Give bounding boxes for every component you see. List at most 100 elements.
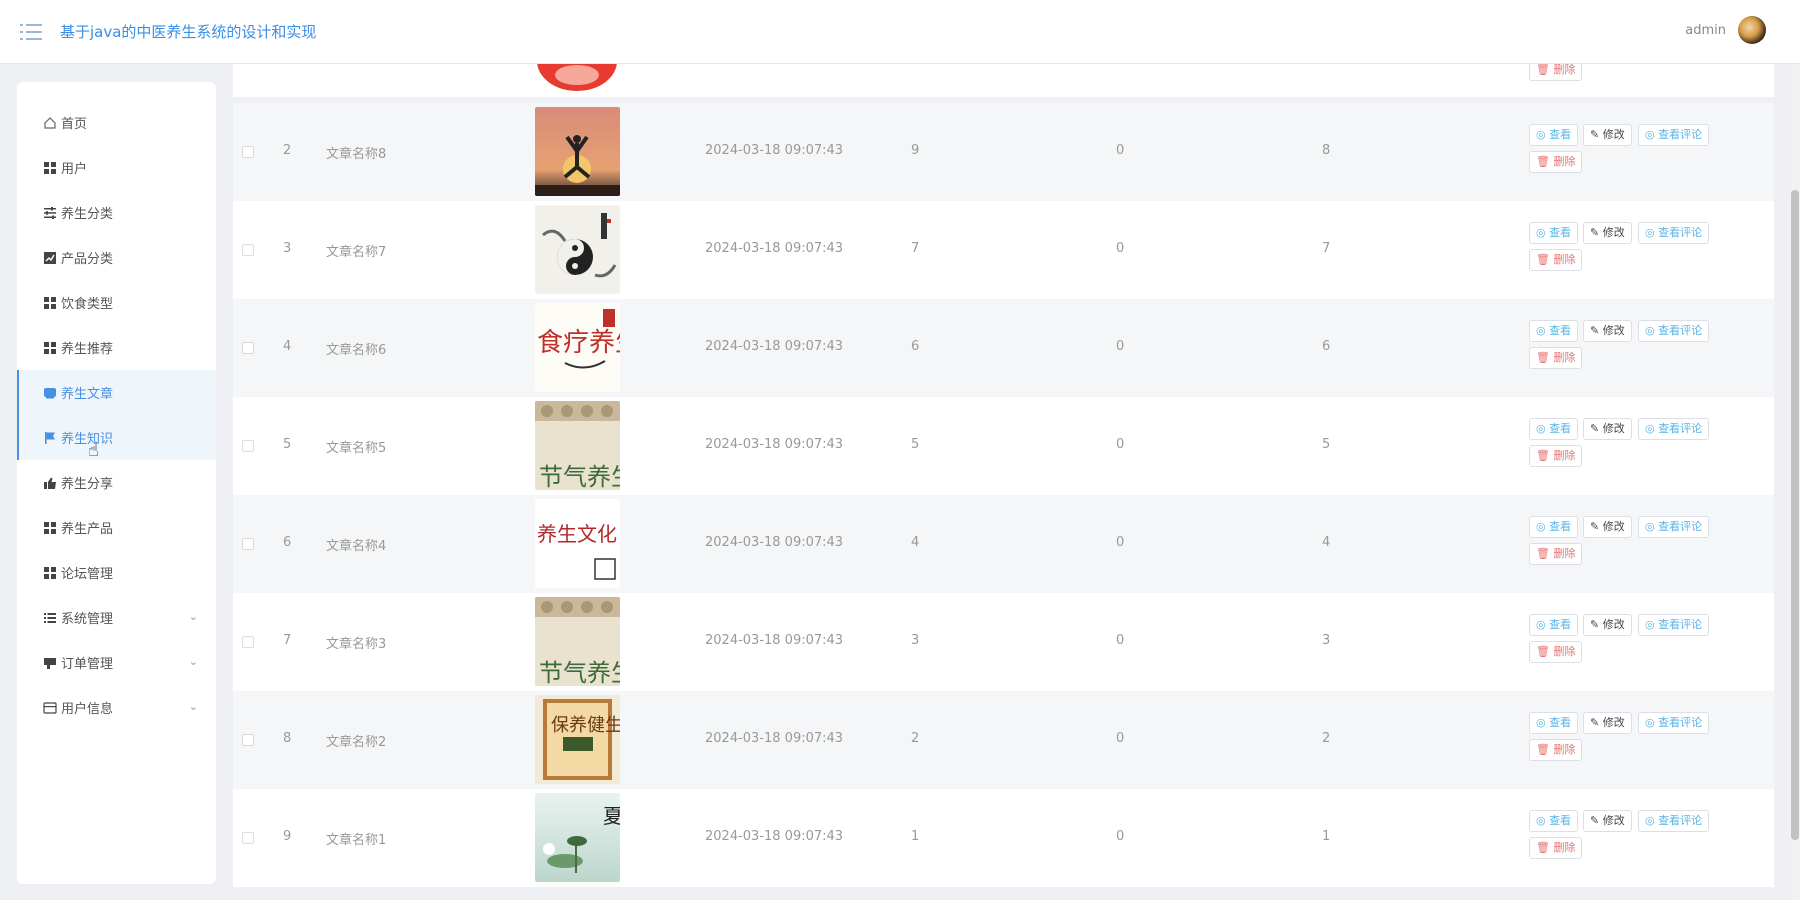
comment-label: 查看评论 — [1658, 814, 1703, 827]
edit-button[interactable]: ✎ 修改 — [1583, 222, 1632, 244]
card-icon — [43, 701, 57, 715]
row-checkbox[interactable] — [242, 146, 254, 158]
user-menu[interactable]: admin — [1685, 16, 1766, 44]
sidebar-item-diet-type[interactable]: 饮食类型 — [17, 280, 216, 325]
view-comments-button[interactable]: ◎ 查看评论 — [1638, 516, 1710, 538]
sidebar-item-system[interactable]: 系统管理 ⌄ — [17, 595, 216, 640]
menu-toggle-icon[interactable] — [20, 22, 42, 42]
sidebar: 首页 用户 养生分类 产品分类 饮食类型 养生推荐 养生文章 养生知识 养生分享… — [17, 82, 216, 884]
view-comments-button[interactable]: ◎ 查看评论 — [1638, 418, 1710, 440]
row-checkbox[interactable] — [242, 636, 254, 648]
stat-b: 0 — [1116, 829, 1125, 844]
edit-button[interactable]: ✎ 修改 — [1583, 810, 1632, 832]
view-comments-button[interactable]: ◎ 查看评论 — [1638, 614, 1710, 636]
stat-a: 1 — [911, 829, 920, 844]
sidebar-item-health-share[interactable]: 养生分享 — [17, 460, 216, 505]
view-label: 查看 — [1549, 716, 1572, 729]
row-checkbox[interactable] — [242, 538, 254, 550]
sidebar-item-label: 饮食类型 — [61, 297, 114, 312]
view-button[interactable]: ◎ 查看 — [1529, 614, 1579, 636]
delete-button[interactable]: 🗑 删除 — [1529, 445, 1583, 467]
view-label: 查看 — [1549, 814, 1572, 827]
stat-c: 8 — [1322, 143, 1331, 158]
view-button[interactable]: ◎ 查看 — [1529, 712, 1579, 734]
view-button[interactable]: ◎ 查看 — [1529, 810, 1579, 832]
comment-label: 查看评论 — [1658, 422, 1703, 435]
row-checkbox[interactable] — [242, 734, 254, 746]
yoga-sunset-image — [535, 107, 620, 196]
delete-button[interactable]: 🗑 删除 — [1529, 837, 1583, 859]
row-index: 2 — [283, 143, 292, 158]
edit-button[interactable]: ✎ 修改 — [1583, 712, 1632, 734]
chart-icon — [43, 251, 57, 265]
stat-c: 5 — [1322, 437, 1331, 452]
delete-button[interactable]: 🗑 删除 — [1529, 543, 1583, 565]
row-checkbox[interactable] — [242, 832, 254, 844]
delete-button[interactable]: 🗑 删除 — [1529, 151, 1583, 173]
view-button[interactable]: ◎ 查看 — [1529, 222, 1579, 244]
delete-button[interactable]: 🗑 删除 — [1529, 64, 1583, 81]
row-index: 5 — [283, 437, 292, 452]
chevron-down-icon: ⌄ — [188, 700, 198, 713]
edit-label: 修改 — [1602, 226, 1625, 239]
sidebar-item-label: 养生文章 — [61, 387, 114, 402]
edit-label: 修改 — [1602, 422, 1625, 435]
edit-label: 修改 — [1602, 618, 1625, 631]
view-button[interactable]: ◎ 查看 — [1529, 418, 1579, 440]
scrollbar-thumb[interactable] — [1791, 190, 1799, 840]
sidebar-item-forum[interactable]: 论坛管理 — [17, 550, 216, 595]
view-label: 查看 — [1549, 226, 1572, 239]
table-row: 7 文章名称3 节气养生 2024-03-18 09:07:43 3 0 3 ◎… — [233, 593, 1774, 691]
sidebar-item-health-category[interactable]: 养生分类 — [17, 190, 216, 235]
sidebar-item-user-info[interactable]: 用户信息 ⌄ — [17, 685, 216, 730]
row-checkbox[interactable] — [242, 244, 254, 256]
row-checkbox[interactable] — [242, 440, 254, 452]
view-button[interactable]: ◎ 查看 — [1529, 320, 1579, 342]
delete-label: 删除 — [1553, 841, 1576, 854]
stat-c: 4 — [1322, 535, 1331, 550]
grid-icon — [43, 521, 57, 535]
avatar[interactable] — [1738, 16, 1766, 44]
sidebar-item-label: 养生推荐 — [61, 342, 114, 357]
app-title: 基于java的中医养生系统的设计和实现 — [60, 23, 317, 41]
created-time: 2024-03-18 09:07:43 — [705, 143, 844, 158]
stat-a: 7 — [911, 241, 920, 256]
view-comments-button[interactable]: ◎ 查看评论 — [1638, 712, 1710, 734]
created-time: 2024-03-18 09:07:43 — [705, 535, 844, 550]
table-row: 9 文章名称1 夏 2024-03-18 09:07:43 1 0 1 ◎ 查看… — [233, 789, 1774, 887]
view-button[interactable]: ◎ 查看 — [1529, 124, 1579, 146]
view-label: 查看 — [1549, 128, 1572, 141]
delete-button[interactable]: 🗑 删除 — [1529, 249, 1583, 271]
sidebar-item-health-article[interactable]: 养生文章 — [17, 370, 216, 415]
food-therapy-calligraphy-image: 食疗养生 — [535, 303, 620, 392]
delete-label: 删除 — [1553, 64, 1576, 76]
edit-button[interactable]: ✎ 修改 — [1583, 320, 1632, 342]
message-icon — [43, 386, 57, 400]
view-comments-button[interactable]: ◎ 查看评论 — [1638, 124, 1710, 146]
edit-button[interactable]: ✎ 修改 — [1583, 516, 1632, 538]
row-index: 6 — [283, 535, 292, 550]
sidebar-item-orders[interactable]: 订单管理 ⌄ — [17, 640, 216, 685]
delete-button[interactable]: 🗑 删除 — [1529, 739, 1583, 761]
sidebar-item-users[interactable]: 用户 — [17, 145, 216, 190]
edit-button[interactable]: ✎ 修改 — [1583, 614, 1632, 636]
edit-button[interactable]: ✎ 修改 — [1583, 418, 1632, 440]
delete-button[interactable]: 🗑 删除 — [1529, 347, 1583, 369]
delete-button[interactable]: 🗑 删除 — [1529, 641, 1583, 663]
sidebar-item-product-category[interactable]: 产品分类 — [17, 235, 216, 280]
view-button[interactable]: ◎ 查看 — [1529, 516, 1579, 538]
sidebar-item-health-product[interactable]: 养生产品 — [17, 505, 216, 550]
view-comments-button[interactable]: ◎ 查看评论 — [1638, 810, 1710, 832]
article-name: 文章名称4 — [326, 539, 387, 554]
edit-button[interactable]: ✎ 修改 — [1583, 124, 1632, 146]
view-comments-button[interactable]: ◎ 查看评论 — [1638, 320, 1710, 342]
vertical-scrollbar[interactable] — [1790, 64, 1800, 900]
delete-label: 删除 — [1553, 253, 1576, 266]
sidebar-item-home[interactable]: 首页 — [17, 100, 216, 145]
sidebar-item-health-knowledge[interactable]: 养生知识 — [17, 415, 216, 460]
row-checkbox[interactable] — [242, 342, 254, 354]
created-time: 2024-03-18 09:07:43 — [705, 241, 844, 256]
sidebar-item-health-recommend[interactable]: 养生推荐 — [17, 325, 216, 370]
view-comments-button[interactable]: ◎ 查看评论 — [1638, 222, 1710, 244]
username: admin — [1685, 22, 1726, 38]
